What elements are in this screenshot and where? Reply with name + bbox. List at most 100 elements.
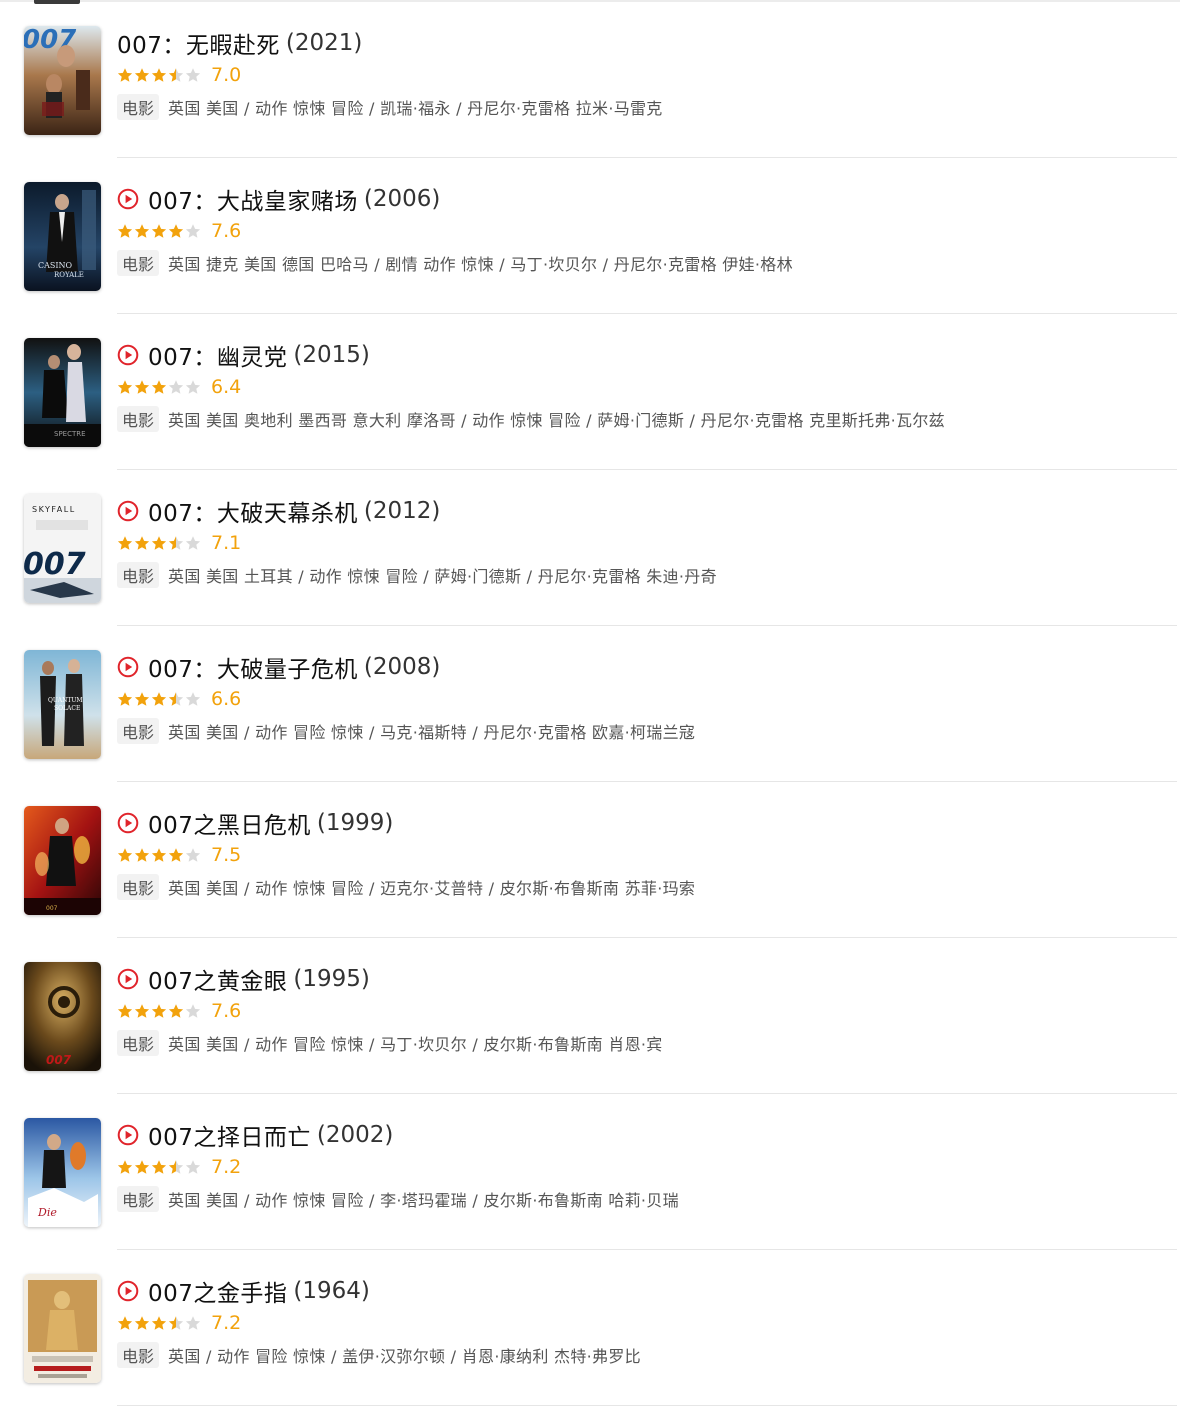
- movie-poster[interactable]: CASINO ROYALE: [24, 182, 101, 291]
- movie-meta-row: 电影 英国 美国 / 动作 冒险 惊悚 / 马克·福斯特 / 丹尼尔·克雷格 欧…: [117, 718, 695, 744]
- play-icon[interactable]: [117, 1280, 139, 1302]
- rating-row: 7.6: [117, 998, 241, 1024]
- star-full-icon: [117, 536, 133, 550]
- movie-poster[interactable]: 007: [24, 26, 101, 135]
- list-item[interactable]: SKYFALL 007 007：大破天幕杀机 (2012) 7.1 电影 英国 …: [0, 468, 1200, 626]
- rating-row: 7.6: [117, 218, 241, 244]
- play-icon[interactable]: [117, 968, 139, 990]
- list-item[interactable]: 007之金手指 (1964) 7.2 电影 英国 / 动作 冒险 惊悚 / 盖伊…: [0, 1248, 1200, 1406]
- movie-meta: 英国 美国 / 动作 冒险 惊悚 / 马丁·坎贝尔 / 皮尔斯·布鲁斯南 肖恩·…: [168, 1035, 663, 1054]
- movie-poster[interactable]: Die: [24, 1118, 101, 1227]
- movie-poster[interactable]: SKYFALL 007: [24, 494, 101, 603]
- star-half-icon: [168, 692, 184, 706]
- movie-title[interactable]: 007之黄金眼: [148, 962, 287, 996]
- svg-text:007: 007: [46, 905, 58, 912]
- movie-title[interactable]: 007之黑日危机: [148, 806, 311, 840]
- star-rating: [117, 847, 202, 863]
- list-item[interactable]: 007 007之黑日危机 (1999) 7.5 电影 英国 美国 / 动作 惊悚…: [0, 780, 1200, 938]
- movie-poster[interactable]: 007: [24, 962, 101, 1071]
- movie-title-row[interactable]: 007：无暇赴死 (2021): [117, 26, 362, 60]
- movie-title-row[interactable]: 007：大战皇家赌场 (2006): [117, 182, 440, 216]
- movie-title-row[interactable]: 007：幽灵党 (2015): [117, 338, 370, 372]
- movie-title[interactable]: 007之择日而亡: [148, 1118, 311, 1152]
- rating-score: 7.1: [211, 532, 242, 554]
- list-item[interactable]: SPECTRE 007：幽灵党 (2015) 6.4 电影 英国 美国 奥地利 …: [0, 312, 1200, 470]
- star-full-icon: [117, 1004, 133, 1018]
- movie-title[interactable]: 007：幽灵党: [148, 338, 287, 372]
- movie-meta: 英国 美国 土耳其 / 动作 惊悚 冒险 / 萨姆·门德斯 / 丹尼尔·克雷格 …: [168, 567, 717, 586]
- movie-meta-row: 电影 英国 美国 奥地利 墨西哥 意大利 摩洛哥 / 动作 惊悚 冒险 / 萨姆…: [117, 406, 945, 432]
- movie-title[interactable]: 007：无暇赴死: [117, 26, 280, 60]
- star-rating: [117, 379, 202, 395]
- movie-title-row[interactable]: 007：大破量子危机 (2008): [117, 650, 440, 684]
- star-full-icon: [168, 224, 184, 238]
- movie-title-row[interactable]: 007之金手指 (1964): [117, 1274, 370, 1308]
- movie-title[interactable]: 007：大战皇家赌场: [148, 182, 358, 216]
- star-full-icon: [151, 1004, 167, 1018]
- star-full-icon: [117, 1160, 133, 1174]
- play-icon[interactable]: [117, 656, 139, 678]
- play-icon[interactable]: [117, 188, 139, 210]
- svg-text:ROYALE: ROYALE: [54, 271, 84, 279]
- svg-text:SKYFALL: SKYFALL: [32, 505, 76, 514]
- category-tag: 电影: [117, 1186, 160, 1212]
- movie-title-row[interactable]: 007之择日而亡 (2002): [117, 1118, 393, 1152]
- movie-title-row[interactable]: 007之黑日危机 (1999): [117, 806, 393, 840]
- movie-year: (2002): [316, 1122, 394, 1148]
- movie-meta-row: 电影 英国 美国 / 动作 冒险 惊悚 / 马丁·坎贝尔 / 皮尔斯·布鲁斯南 …: [117, 1030, 663, 1056]
- star-half-icon: [168, 536, 184, 550]
- movie-poster[interactable]: 007: [24, 806, 101, 915]
- list-item[interactable]: CASINO ROYALE 007：大战皇家赌场 (2006) 7.6 电影 英…: [0, 156, 1200, 314]
- category-tag: 电影: [117, 1030, 160, 1056]
- rating-score: 6.6: [211, 688, 242, 710]
- svg-text:QUANTUM: QUANTUM: [48, 697, 83, 704]
- star-empty-icon: [185, 68, 201, 82]
- star-full-icon: [134, 68, 150, 82]
- star-full-icon: [134, 692, 150, 706]
- movie-year: (1995): [293, 966, 370, 992]
- star-empty-icon: [185, 536, 201, 550]
- rating-row: 7.2: [117, 1154, 241, 1180]
- movie-year: (2015): [293, 342, 370, 368]
- movie-title[interactable]: 007：大破天幕杀机: [148, 494, 358, 528]
- play-icon[interactable]: [117, 344, 139, 366]
- category-tag: 电影: [117, 1342, 160, 1368]
- star-full-icon: [117, 68, 133, 82]
- movie-poster[interactable]: QUANTUM SOLACE: [24, 650, 101, 759]
- star-full-icon: [117, 224, 133, 238]
- list-item[interactable]: 007 007：无暇赴死 (2021) 7.0 电影 英国 美国 / 动作 惊悚…: [0, 0, 1200, 158]
- rating-score: 7.0: [211, 64, 242, 86]
- movie-meta: 英国 美国 / 动作 惊悚 冒险 / 李·塔玛霍瑞 / 皮尔斯·布鲁斯南 哈莉·…: [168, 1191, 679, 1210]
- rating-row: 7.0: [117, 62, 241, 88]
- list-item[interactable]: QUANTUM SOLACE 007：大破量子危机 (2008) 6.6 电影 …: [0, 624, 1200, 782]
- star-empty-icon: [185, 380, 201, 394]
- star-rating: [117, 1159, 202, 1175]
- star-full-icon: [117, 380, 133, 394]
- play-icon[interactable]: [117, 812, 139, 834]
- category-tag: 电影: [117, 250, 160, 276]
- svg-text:SOLACE: SOLACE: [54, 705, 80, 712]
- rating-row: 7.5: [117, 842, 241, 868]
- movie-title[interactable]: 007之金手指: [148, 1274, 287, 1308]
- movie-poster[interactable]: [24, 1274, 101, 1383]
- star-full-icon: [151, 1316, 167, 1330]
- star-full-icon: [151, 1160, 167, 1174]
- category-tag: 电影: [117, 406, 160, 432]
- svg-text:007: 007: [24, 547, 86, 582]
- list-item[interactable]: Die 007之择日而亡 (2002) 7.2 电影 英国 美国 / 动作 惊悚…: [0, 1092, 1200, 1250]
- play-icon[interactable]: [117, 500, 139, 522]
- movie-title-row[interactable]: 007：大破天幕杀机 (2012): [117, 494, 440, 528]
- movie-title[interactable]: 007：大破量子危机: [148, 650, 358, 684]
- rating-score: 7.5: [211, 844, 242, 866]
- svg-text:CASINO: CASINO: [38, 261, 73, 270]
- list-item[interactable]: 007 007之黄金眼 (1995) 7.6 电影 英国 美国 / 动作 冒险 …: [0, 936, 1200, 1094]
- rating-row: 6.4: [117, 374, 241, 400]
- movie-meta: 英国 美国 奥地利 墨西哥 意大利 摩洛哥 / 动作 惊悚 冒险 / 萨姆·门德…: [168, 411, 945, 430]
- movie-meta-row: 电影 英国 美国 / 动作 惊悚 冒险 / 迈克尔·艾普特 / 皮尔斯·布鲁斯南…: [117, 874, 695, 900]
- play-icon[interactable]: [117, 1124, 139, 1146]
- movie-year: (2008): [363, 654, 441, 680]
- star-full-icon: [134, 536, 150, 550]
- movie-title-row[interactable]: 007之黄金眼 (1995): [117, 962, 370, 996]
- movie-poster[interactable]: SPECTRE: [24, 338, 101, 447]
- category-tag: 电影: [117, 562, 160, 588]
